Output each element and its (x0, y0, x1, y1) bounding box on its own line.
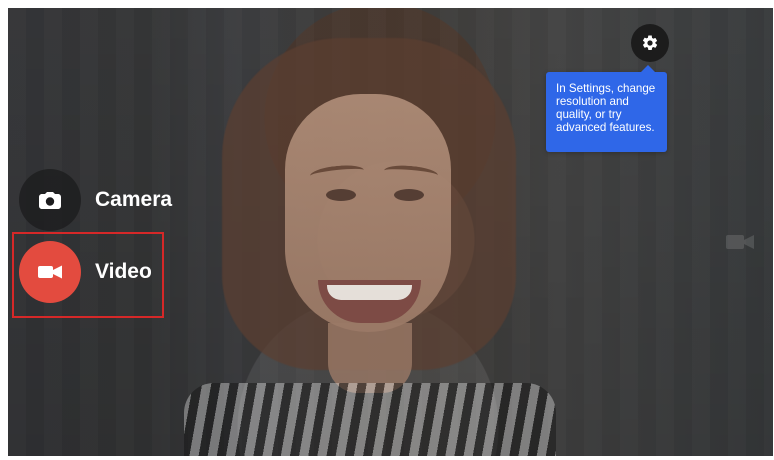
video-mode-label[interactable]: Video (95, 260, 152, 284)
settings-button[interactable] (631, 24, 669, 62)
subject-neck (328, 323, 412, 393)
subject-smile (318, 280, 421, 323)
settings-tooltip: In Settings, change resolution and quali… (546, 65, 667, 152)
right-eye (394, 189, 424, 201)
settings-tooltip-text: In Settings, change resolution and quali… (556, 82, 656, 134)
right-eyebrow (383, 163, 439, 183)
left-eyebrow (309, 163, 365, 183)
subject-shirt (184, 383, 556, 456)
screen-frame: Camera Video In Settings, change resolut… (0, 0, 774, 460)
subject-face (285, 94, 451, 332)
camera-mode-option[interactable]: Camera (19, 169, 172, 231)
gear-icon (642, 35, 658, 50)
camera-mode-label[interactable]: Camera (95, 188, 172, 212)
video-mode-option[interactable]: Video (19, 241, 152, 303)
video-icon (38, 265, 62, 279)
camera-mode-button[interactable] (19, 169, 81, 231)
left-eye (326, 189, 356, 201)
subject-hair (222, 38, 516, 370)
portrait-subject (184, 38, 556, 456)
ghost-video-icon (726, 235, 754, 249)
camera-icon (39, 192, 61, 209)
video-mode-button[interactable] (19, 241, 81, 303)
